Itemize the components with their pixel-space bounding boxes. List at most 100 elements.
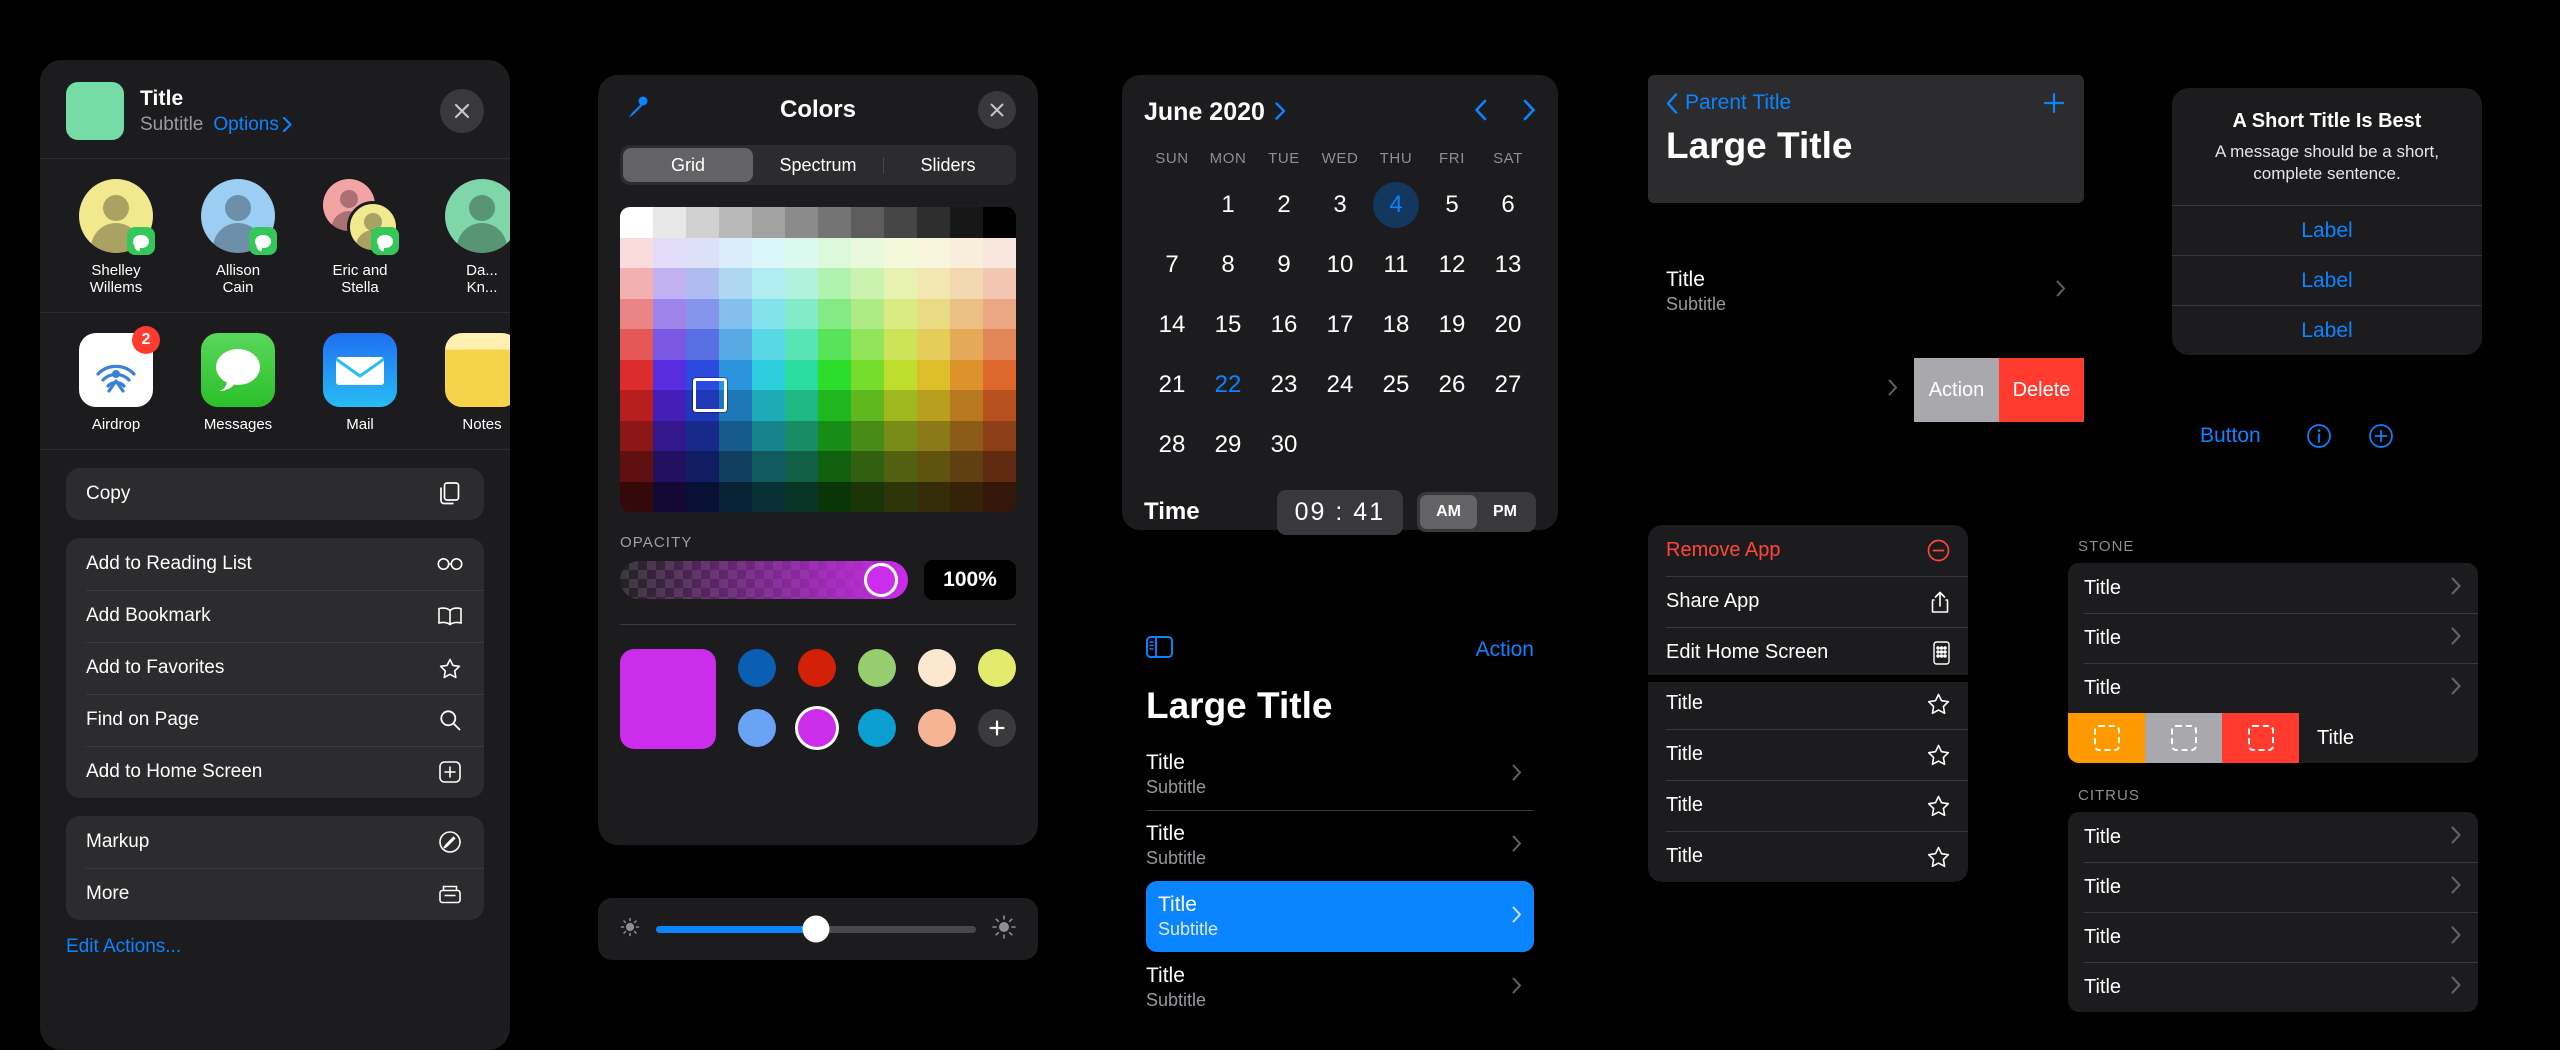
swatch[interactable] bbox=[858, 709, 896, 747]
color-grid-cell[interactable] bbox=[818, 390, 851, 421]
color-grid-cell[interactable] bbox=[917, 451, 950, 482]
calendar-day-cell[interactable]: 3 bbox=[1312, 177, 1368, 233]
app-item-mail[interactable]: Mail bbox=[314, 333, 406, 433]
color-grid-cell[interactable] bbox=[620, 237, 653, 268]
tab-grid[interactable]: Grid bbox=[623, 148, 753, 182]
color-grid-cell[interactable] bbox=[917, 420, 950, 451]
color-grid-cell[interactable] bbox=[785, 481, 818, 512]
color-grid-cell[interactable] bbox=[818, 329, 851, 360]
color-grid-cell[interactable] bbox=[620, 268, 653, 299]
ampm-am[interactable]: AM bbox=[1420, 495, 1477, 529]
share-options-button[interactable]: Options bbox=[213, 114, 292, 136]
sidebar-toggle-button[interactable] bbox=[1146, 636, 1173, 663]
color-grid-cell[interactable] bbox=[983, 451, 1016, 482]
brightness-slider[interactable] bbox=[656, 915, 976, 943]
menu-item-title[interactable]: Title bbox=[1648, 831, 1968, 882]
tab-sliders[interactable]: Sliders bbox=[883, 148, 1013, 182]
contact-item[interactable]: Allison Cain bbox=[192, 179, 284, 296]
color-grid-cell[interactable] bbox=[950, 329, 983, 360]
color-grid-cell[interactable] bbox=[719, 298, 752, 329]
color-grid-cell[interactable] bbox=[785, 207, 818, 238]
color-grid-cell[interactable] bbox=[851, 451, 884, 482]
list-row[interactable]: Title bbox=[2068, 563, 2478, 613]
swatch[interactable] bbox=[918, 709, 956, 747]
prev-month-button[interactable] bbox=[1474, 97, 1487, 128]
add-swatch-button[interactable] bbox=[978, 709, 1016, 747]
color-grid-cell[interactable] bbox=[752, 481, 785, 512]
color-grid-cell[interactable] bbox=[917, 329, 950, 360]
color-grid-cell[interactable] bbox=[884, 237, 917, 268]
list-row[interactable]: Title bbox=[2068, 962, 2478, 1012]
color-grid-cell[interactable] bbox=[950, 451, 983, 482]
calendar-day-cell[interactable]: 10 bbox=[1312, 237, 1368, 293]
color-grid-cell[interactable] bbox=[917, 298, 950, 329]
contact-item[interactable]: Shelley Willems bbox=[70, 179, 162, 296]
menu-item-edit-home-screen[interactable]: Edit Home Screen bbox=[1648, 627, 1968, 678]
color-grid-cell[interactable] bbox=[620, 481, 653, 512]
calendar-day-cell[interactable]: 12 bbox=[1424, 237, 1480, 293]
color-grid-cell[interactable] bbox=[719, 207, 752, 238]
color-grid-cell[interactable] bbox=[884, 420, 917, 451]
calendar-day-cell[interactable]: 18 bbox=[1368, 297, 1424, 353]
color-grid-cell[interactable] bbox=[686, 207, 719, 238]
color-grid-cell[interactable] bbox=[917, 390, 950, 421]
list-row[interactable]: Title bbox=[2068, 663, 2478, 713]
color-grid-cell[interactable] bbox=[983, 359, 1016, 390]
color-grid-cell[interactable] bbox=[818, 268, 851, 299]
color-grid-cell[interactable] bbox=[785, 420, 818, 451]
color-grid-cell[interactable] bbox=[950, 207, 983, 238]
color-grid-cell[interactable] bbox=[752, 268, 785, 299]
calendar-day-cell[interactable]: 16 bbox=[1256, 297, 1312, 353]
color-grid-cell[interactable] bbox=[686, 481, 719, 512]
calendar-day-cell[interactable]: 29 bbox=[1200, 417, 1256, 473]
color-grid-cell[interactable] bbox=[620, 359, 653, 390]
swatch-selected[interactable] bbox=[798, 709, 836, 747]
color-grid-cell[interactable] bbox=[785, 451, 818, 482]
cell-content[interactable] bbox=[1648, 358, 1914, 422]
color-grid-cell[interactable] bbox=[620, 451, 653, 482]
color-grid-cell[interactable] bbox=[785, 237, 818, 268]
color-grid-cell[interactable] bbox=[884, 390, 917, 421]
color-grid-cell[interactable] bbox=[818, 481, 851, 512]
time-value-field[interactable]: 09 : 41 bbox=[1276, 489, 1404, 535]
list-row[interactable]: Title bbox=[2068, 862, 2478, 912]
color-grid-cell[interactable] bbox=[719, 451, 752, 482]
calendar-day-cell[interactable]: 23 bbox=[1256, 357, 1312, 413]
color-grid-cell[interactable] bbox=[917, 207, 950, 238]
swatch[interactable] bbox=[918, 649, 956, 687]
color-grid-cell[interactable] bbox=[818, 420, 851, 451]
action-add-to-reading-list[interactable]: Add to Reading List bbox=[66, 538, 484, 590]
color-grid-cell[interactable] bbox=[884, 298, 917, 329]
action-copy[interactable]: Copy bbox=[66, 468, 484, 520]
list-row[interactable]: Title bbox=[2068, 613, 2478, 663]
calendar-day-cell[interactable]: 1 bbox=[1200, 177, 1256, 233]
month-selector[interactable]: June 2020 bbox=[1144, 98, 1286, 127]
contact-item[interactable]: Da... Kn... bbox=[436, 179, 510, 296]
calendar-day-cell[interactable]: 21 bbox=[1144, 357, 1200, 413]
list-cell[interactable]: Title Subtitle bbox=[1648, 258, 2084, 324]
color-grid-cell[interactable] bbox=[983, 298, 1016, 329]
list-row[interactable]: Title Subtitle bbox=[1146, 952, 1534, 1018]
color-grid-cell[interactable] bbox=[686, 329, 719, 360]
swipe-delete-button[interactable]: Delete bbox=[1999, 358, 2084, 422]
menu-item-remove-app[interactable]: Remove App bbox=[1648, 525, 1968, 576]
alert-button-1[interactable]: Label bbox=[2172, 205, 2482, 255]
color-grid-cell[interactable] bbox=[950, 481, 983, 512]
color-grid-cell[interactable] bbox=[884, 268, 917, 299]
swipe-action-button[interactable] bbox=[2145, 713, 2222, 763]
color-grid-cell[interactable] bbox=[686, 451, 719, 482]
list-row[interactable]: Title bbox=[2068, 912, 2478, 962]
add-button[interactable] bbox=[2356, 412, 2405, 460]
action-find-on-page[interactable]: Find on Page bbox=[66, 694, 484, 746]
color-grid-cell[interactable] bbox=[620, 207, 653, 238]
list-row[interactable]: Title Subtitle bbox=[1146, 739, 1534, 810]
color-grid-cell[interactable] bbox=[950, 298, 983, 329]
calendar-day-cell[interactable]: 7 bbox=[1144, 237, 1200, 293]
color-grid-cell[interactable] bbox=[785, 298, 818, 329]
row-title[interactable]: Title bbox=[2299, 713, 2478, 763]
calendar-day-cell[interactable]: 14 bbox=[1144, 297, 1200, 353]
color-grid-cell[interactable] bbox=[851, 420, 884, 451]
menu-item-title[interactable]: Title bbox=[1648, 780, 1968, 831]
color-grid-cell[interactable] bbox=[851, 390, 884, 421]
color-grid-cell[interactable] bbox=[818, 237, 851, 268]
